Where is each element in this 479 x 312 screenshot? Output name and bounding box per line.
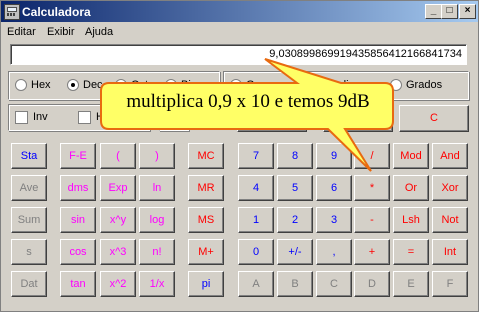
key-equals[interactable]: = bbox=[393, 239, 429, 265]
key-d[interactable]: D bbox=[354, 271, 390, 297]
key-ln[interactable]: ln bbox=[139, 175, 175, 201]
radio-hex-indicator bbox=[15, 79, 27, 91]
radio-grados-indicator bbox=[390, 79, 402, 91]
key-3[interactable]: 3 bbox=[316, 207, 352, 233]
key-comma[interactable]: , bbox=[316, 239, 352, 265]
key-factorial[interactable]: n! bbox=[139, 239, 175, 265]
key-e[interactable]: E bbox=[393, 271, 429, 297]
radio-bin-indicator bbox=[165, 79, 177, 91]
menu-editar[interactable]: Editar bbox=[7, 26, 36, 38]
key-pi[interactable]: pi bbox=[188, 271, 224, 297]
key-multiply[interactable]: * bbox=[354, 175, 390, 201]
radio-graus-label: Graus bbox=[246, 79, 276, 91]
key-c[interactable]: C bbox=[316, 271, 352, 297]
radio-radianos-indicator bbox=[310, 79, 322, 91]
key-reciprocal[interactable]: 1/x bbox=[139, 271, 175, 297]
key-4[interactable]: 4 bbox=[238, 175, 274, 201]
title-bar[interactable]: Calculadora _ □ × bbox=[1, 1, 478, 22]
radio-graus-indicator bbox=[230, 79, 242, 91]
menu-ajuda[interactable]: Ajuda bbox=[85, 26, 113, 38]
key-plus-minus[interactable]: +/- bbox=[277, 239, 313, 265]
key-m-plus[interactable]: M+ bbox=[188, 239, 224, 265]
key-add[interactable]: + bbox=[354, 239, 390, 265]
display-value: 9,030899869919435856412166841734 bbox=[269, 48, 462, 60]
key-ms[interactable]: MS bbox=[188, 207, 224, 233]
key-sin[interactable]: sin bbox=[60, 207, 96, 233]
key-int[interactable]: Int bbox=[432, 239, 468, 265]
radio-radianos-label: Radianos bbox=[326, 79, 373, 91]
key-9[interactable]: 9 bbox=[316, 143, 352, 169]
radio-bin-label: Bin bbox=[181, 79, 197, 91]
key-tan[interactable]: tan bbox=[60, 271, 96, 297]
key-x-square[interactable]: x^2 bbox=[100, 271, 136, 297]
key-dms[interactable]: dms bbox=[60, 175, 96, 201]
key-mc[interactable]: MC bbox=[188, 143, 224, 169]
maximize-button[interactable]: □ bbox=[441, 4, 458, 19]
menu-bar: Editar Exibir Ajuda bbox=[1, 24, 478, 42]
key-b[interactable]: B bbox=[277, 271, 313, 297]
key-6[interactable]: 6 bbox=[316, 175, 352, 201]
key-8[interactable]: 8 bbox=[277, 143, 313, 169]
key-log[interactable]: log bbox=[139, 207, 175, 233]
window-title: Calculadora bbox=[22, 5, 91, 19]
calculator-window: Calculadora _ □ × Editar Exibir Ajuda 9,… bbox=[0, 0, 479, 312]
key-f[interactable]: F bbox=[432, 271, 468, 297]
key-divide[interactable]: / bbox=[354, 143, 390, 169]
key-s[interactable]: s bbox=[11, 239, 47, 265]
key-and[interactable]: And bbox=[432, 143, 468, 169]
radio-dec-label: Dec bbox=[83, 79, 103, 91]
radio-grados-label: Grados bbox=[406, 79, 443, 91]
key-mr[interactable]: MR bbox=[188, 175, 224, 201]
key-7[interactable]: 7 bbox=[238, 143, 274, 169]
key-or[interactable]: Or bbox=[393, 175, 429, 201]
key-x-pow-y[interactable]: x^y bbox=[100, 207, 136, 233]
result-display[interactable]: 9,030899869919435856412166841734 bbox=[10, 44, 467, 65]
inv-label: Inv bbox=[33, 111, 48, 123]
radio-dec-indicator bbox=[67, 79, 79, 91]
key-0[interactable]: 0 bbox=[238, 239, 274, 265]
key-5[interactable]: 5 bbox=[277, 175, 313, 201]
key-subtract[interactable]: - bbox=[354, 207, 390, 233]
key-xor[interactable]: Xor bbox=[432, 175, 468, 201]
radio-oct-label: Oct bbox=[131, 79, 149, 91]
key-exp[interactable]: Exp bbox=[100, 175, 136, 201]
key-open-paren[interactable]: ( bbox=[100, 143, 136, 169]
key-cos[interactable]: cos bbox=[60, 239, 96, 265]
key-sta[interactable]: Sta bbox=[11, 143, 47, 169]
key-lsh[interactable]: Lsh bbox=[393, 207, 429, 233]
menu-exibir[interactable]: Exibir bbox=[47, 26, 75, 38]
key-mod[interactable]: Mod bbox=[393, 143, 429, 169]
key-dat[interactable]: Dat bbox=[11, 271, 47, 297]
callout-text: multiplica 0,9 x 10 e temos 9dB bbox=[126, 91, 370, 112]
key-f-e[interactable]: F-E bbox=[60, 143, 96, 169]
hyp-checkbox[interactable] bbox=[78, 111, 91, 124]
key-a[interactable]: A bbox=[238, 271, 274, 297]
key-sum[interactable]: Sum bbox=[11, 207, 47, 233]
radio-oct-indicator bbox=[115, 79, 127, 91]
calculator-icon bbox=[4, 4, 20, 20]
c-button[interactable]: C bbox=[399, 105, 469, 132]
key-2[interactable]: 2 bbox=[277, 207, 313, 233]
close-button[interactable]: × bbox=[459, 4, 476, 19]
key-not[interactable]: Not bbox=[432, 207, 468, 233]
key-close-paren[interactable]: ) bbox=[139, 143, 175, 169]
key-x-cube[interactable]: x^3 bbox=[100, 239, 136, 265]
radio-hex-label: Hex bbox=[31, 79, 51, 91]
inv-checkbox[interactable] bbox=[15, 111, 28, 124]
minimize-button[interactable]: _ bbox=[425, 4, 442, 19]
key-ave[interactable]: Ave bbox=[11, 175, 47, 201]
key-1[interactable]: 1 bbox=[238, 207, 274, 233]
